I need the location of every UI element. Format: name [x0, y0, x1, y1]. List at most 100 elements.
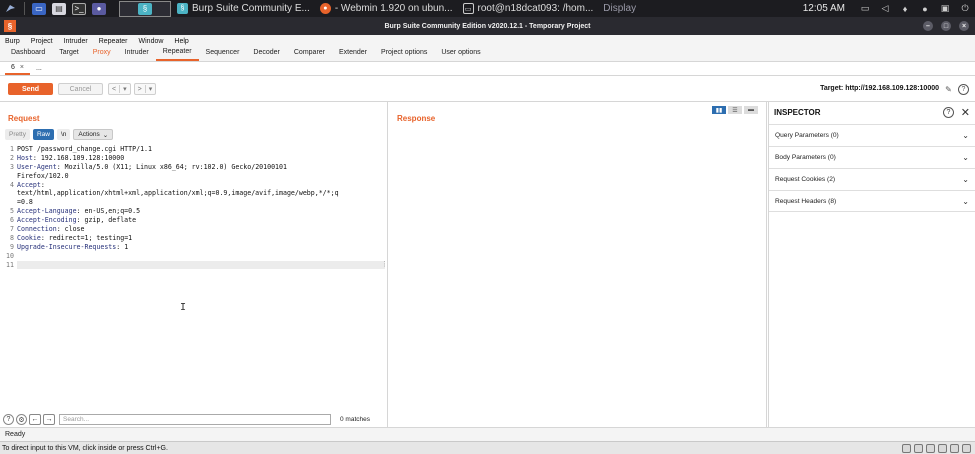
send-button[interactable]: Send [8, 83, 53, 95]
request-code[interactable]: POST /password_change.cgi HTTP/1.1 Host: … [17, 145, 385, 270]
actions-label: Actions [78, 131, 100, 138]
burp-taskbar-button[interactable]: § [119, 0, 171, 17]
request-line[interactable]: Accept: [17, 181, 385, 190]
request-editor[interactable]: 1 2 3 4 5 6 7 8 9 10 11 POST /password_change.cgi … [5, 145, 385, 412]
chevron-down-icon[interactable]: ▾ [123, 85, 127, 93]
task-display[interactable]: Display [603, 3, 636, 14]
chevron-down-icon[interactable]: ▾ [149, 85, 153, 93]
menu-burp[interactable]: Burp [5, 38, 20, 45]
terminal-icon[interactable]: >_ [72, 2, 86, 15]
request-line[interactable]: User-Agent: Mozilla/5.0 (X11; Linux x86_… [17, 163, 385, 172]
raw-button[interactable]: Raw [32, 129, 54, 140]
request-line[interactable]: text/html,application/xhtml+xml,applicat… [17, 189, 385, 198]
section-label: Request Cookies (2) [775, 176, 836, 183]
pretty-button[interactable]: Pretty [5, 129, 30, 140]
search-input[interactable]: Search... [59, 414, 331, 425]
help-icon[interactable]: ? [3, 414, 14, 425]
sound-icon[interactable] [950, 444, 959, 453]
inspector-section-query-parameters[interactable]: Query Parameters (0) ⌄ [769, 124, 975, 146]
menu-intruder[interactable]: Intruder [64, 38, 88, 45]
tab-project-options[interactable]: Project options [374, 47, 434, 61]
request-line[interactable] [17, 252, 385, 261]
search-bar: ? ⚙ ← → Search... 0 matches [3, 412, 388, 427]
header-value: : close [56, 225, 85, 234]
task-terminal[interactable]: ▭ root@n18dcat093: /hom... [462, 3, 593, 14]
tab-proxy[interactable]: Proxy [86, 47, 118, 61]
request-line[interactable]: Accept-Language: en-US,en;q=0.5 [17, 207, 385, 216]
volume-icon[interactable]: ◁ [880, 3, 890, 14]
app-launcher-icon[interactable]: ● [92, 2, 106, 15]
request-line[interactable] [17, 260, 385, 270]
desktop-taskbar: ▭ ▤ >_ ● § § Burp Suite Community E... ●… [0, 0, 975, 17]
stacked-layout-icon[interactable]: ☰ [728, 106, 742, 114]
tab-user-options[interactable]: User options [434, 47, 487, 61]
request-line[interactable]: Firefox/102.0 [17, 172, 385, 181]
splitter-grip-icon[interactable]: ⋮ [381, 260, 388, 268]
usb-icon[interactable] [926, 444, 935, 453]
header-value: : 1 [116, 242, 129, 251]
request-line[interactable]: Accept-Encoding: gzip, deflate [17, 216, 385, 225]
next-match-button[interactable]: → [43, 414, 55, 425]
chevron-down-icon: ⌄ [962, 131, 969, 140]
close-icon[interactable]: ✕ [961, 106, 970, 119]
power-status-icon[interactable]: ● [920, 4, 930, 14]
request-line[interactable]: =0.8 [17, 198, 385, 207]
request-line[interactable]: Upgrade-Insecure-Requests: 1 [17, 243, 385, 252]
notifications-icon[interactable]: ♦ [900, 4, 910, 14]
desktop-icon[interactable]: ▭ [32, 2, 46, 15]
cd-icon[interactable] [914, 444, 923, 453]
help-icon[interactable]: ? [943, 107, 954, 118]
request-line[interactable]: Cookie: redirect=1; testing=1 [17, 234, 385, 243]
inspector-section-body-parameters[interactable]: Body Parameters (0) ⌄ [769, 146, 975, 168]
header-name: Upgrade-Insecure-Requests [17, 242, 117, 251]
tab-intruder[interactable]: Intruder [118, 47, 156, 61]
request-line[interactable]: Host: 192.168.109.128:10000 [17, 154, 385, 163]
cancel-button[interactable]: Cancel [58, 83, 103, 95]
lock-icon[interactable]: ▣ [940, 3, 950, 14]
edit-target-icon[interactable]: ✎ [943, 84, 954, 95]
history-back-button[interactable]: < ▾ [108, 83, 131, 95]
side-by-side-layout-icon[interactable]: ▮▮ [712, 106, 726, 114]
task-burp[interactable]: § Burp Suite Community E... [177, 3, 310, 14]
tab-decoder[interactable]: Decoder [246, 47, 286, 61]
clock[interactable]: 12:05 AM [803, 3, 845, 14]
request-line[interactable]: POST /password_change.cgi HTTP/1.1 [17, 145, 385, 154]
new-tab-button[interactable]: ... [30, 63, 48, 75]
inspector-section-request-headers[interactable]: Request Headers (8) ⌄ [769, 190, 975, 212]
help-icon[interactable]: ? [958, 84, 969, 95]
actions-dropdown[interactable]: Actions ⌄ [73, 129, 114, 140]
close-tab-icon[interactable]: × [20, 64, 24, 71]
menu-repeater[interactable]: Repeater [99, 38, 128, 45]
minimize-icon[interactable]: – [923, 21, 933, 31]
tab-target[interactable]: Target [52, 47, 85, 61]
previous-match-button[interactable]: ← [29, 414, 41, 425]
tab-extender[interactable]: Extender [332, 47, 374, 61]
kali-menu-icon[interactable] [0, 0, 20, 17]
maximize-icon[interactable]: □ [941, 21, 951, 31]
tab-dashboard[interactable]: Dashboard [4, 47, 52, 61]
network-icon[interactable] [902, 444, 911, 453]
gear-icon[interactable]: ⚙ [16, 414, 27, 425]
tab-comparer[interactable]: Comparer [287, 47, 332, 61]
newline-toggle-button[interactable]: \n [57, 129, 71, 140]
display-icon[interactable]: ▭ [860, 3, 870, 14]
display-icon[interactable] [962, 444, 971, 453]
tabbed-layout-icon[interactable]: ▬ [744, 106, 758, 114]
tab-repeater[interactable]: Repeater [155, 47, 199, 61]
menu-project[interactable]: Project [31, 38, 53, 45]
printer-icon[interactable] [938, 444, 947, 453]
inspector-section-request-cookies[interactable]: Request Cookies (2) ⌄ [769, 168, 975, 190]
line-number: 1 [10, 145, 14, 153]
task-firefox[interactable]: ● - Webmin 1.920 on ubun... [319, 3, 453, 14]
close-icon[interactable]: × [959, 21, 969, 31]
menu-help[interactable]: Help [174, 38, 188, 45]
menu-window[interactable]: Window [139, 38, 164, 45]
header-value: : 192.168.109.128:10000 [32, 153, 125, 162]
inspector-title: INSPECTOR [774, 108, 821, 117]
tab-sequencer[interactable]: Sequencer [199, 47, 247, 61]
power-icon[interactable]: ⏻ [960, 3, 970, 14]
repeater-tab-6[interactable]: 6 × [5, 63, 30, 75]
file-manager-icon[interactable]: ▤ [52, 2, 66, 15]
history-forward-button[interactable]: > ▾ [133, 83, 157, 95]
request-line[interactable]: Connection: close [17, 225, 385, 234]
